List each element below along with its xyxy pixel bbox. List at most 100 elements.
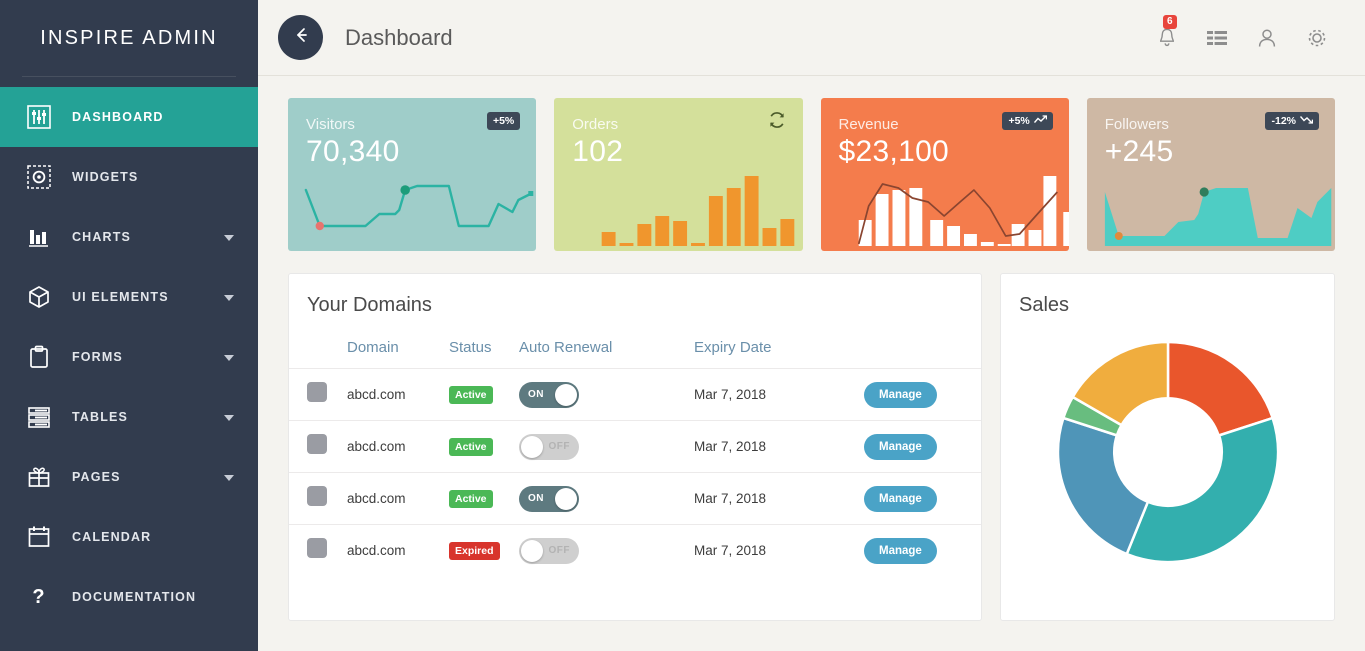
table-row[interactable]: abcd.com Active OFF Mar 7, 2018 Manage [289, 421, 981, 473]
auto-renewal-toggle[interactable]: OFF [519, 434, 579, 460]
stat-card-orders[interactable]: Orders 102 [554, 98, 802, 251]
sidebar-item-dashboard[interactable]: DASHBOARD [0, 87, 258, 147]
user-button[interactable] [1255, 25, 1279, 51]
table-row[interactable]: abcd.com Expired OFF Mar 7, 2018 Manage [289, 525, 981, 577]
sidebar: INSPIRE ADMIN DASHBOARD WIDGETS CHARTS [0, 0, 258, 651]
cell-expiry: Mar 7, 2018 [694, 473, 864, 525]
stat-cards-row: Visitors 70,340 +5% [288, 98, 1335, 251]
th-actions [864, 331, 981, 369]
toggle-knob [521, 540, 543, 562]
svg-text:?: ? [32, 586, 45, 608]
sidebar-item-calendar[interactable]: CALENDAR [0, 507, 258, 567]
top-icon-group: 6 [1155, 25, 1329, 51]
arrow-left-icon [291, 25, 311, 50]
notifications-button[interactable]: 6 [1155, 25, 1179, 51]
stat-label: Orders [572, 116, 784, 133]
manage-button[interactable]: Manage [864, 382, 937, 408]
th-domain[interactable]: Domain [347, 331, 449, 369]
row-checkbox[interactable] [307, 538, 327, 558]
orders-sparkbars [554, 166, 802, 251]
stat-card-revenue[interactable]: Revenue $23,100 +5% [821, 98, 1069, 251]
back-button[interactable] [278, 15, 323, 60]
main-area: Dashboard 6 [258, 0, 1365, 651]
row-checkbox[interactable] [307, 486, 327, 506]
notification-badge: 6 [1163, 15, 1177, 29]
table-row[interactable]: abcd.com Active ON Mar 7, 2018 Manage [289, 473, 981, 525]
sliders-icon [22, 100, 56, 134]
followers-sparkarea [1087, 162, 1335, 251]
status-badge: Expired [449, 542, 500, 560]
status-badge: Active [449, 490, 493, 508]
th-expiry-date[interactable]: Expiry Date [694, 331, 864, 369]
sidebar-item-label: PAGES [72, 470, 121, 484]
settings-button[interactable] [1305, 25, 1329, 51]
auto-renewal-toggle[interactable]: ON [519, 486, 579, 512]
sidebar-item-ui-elements[interactable]: UI ELEMENTS [0, 267, 258, 327]
trend-up-icon [1034, 115, 1047, 127]
cell-domain: abcd.com [347, 525, 449, 577]
table-rows-icon [22, 400, 56, 434]
top-bar: Dashboard 6 [258, 0, 1365, 76]
row-checkbox[interactable] [307, 382, 327, 402]
list-button[interactable] [1205, 25, 1229, 51]
badge-text: +5% [1008, 115, 1029, 127]
refresh-icon[interactable] [767, 110, 787, 135]
table-row[interactable]: abcd.com Active ON Mar 7, 2018 Manage [289, 369, 981, 421]
manage-button[interactable]: Manage [864, 538, 937, 564]
toggle-label: OFF [540, 545, 580, 556]
cell-expiry: Mar 7, 2018 [694, 369, 864, 421]
toggle-label: ON [519, 389, 553, 400]
th-status[interactable]: Status [449, 331, 519, 369]
cube-icon [22, 280, 56, 314]
stat-card-followers[interactable]: Followers +245 -12% [1087, 98, 1335, 251]
gift-icon [22, 460, 56, 494]
toggle-knob [555, 488, 577, 510]
domains-table-body: abcd.com Active ON Mar 7, 2018 Manage [289, 369, 981, 577]
status-badge: Active [449, 386, 493, 404]
status-badge: Active [449, 438, 493, 456]
sidebar-item-forms[interactable]: FORMS [0, 327, 258, 387]
panel-title-sales: Sales [1001, 274, 1334, 317]
toggle-knob [555, 384, 577, 406]
sidebar-item-label: DOCUMENTATION [72, 590, 196, 604]
manage-button[interactable]: Manage [864, 434, 937, 460]
sidebar-item-label: CALENDAR [72, 530, 151, 544]
badge-text: -12% [1271, 115, 1296, 127]
chevron-down-icon [224, 415, 234, 421]
sidebar-item-documentation[interactable]: ? DOCUMENTATION [0, 567, 258, 627]
lower-row: Your Domains Domain Status Auto Renewal … [288, 273, 1335, 621]
manage-button[interactable]: Manage [864, 486, 937, 512]
row-checkbox[interactable] [307, 434, 327, 454]
brand-title: INSPIRE ADMIN [0, 0, 258, 76]
clipboard-icon [22, 340, 56, 374]
stat-card-visitors[interactable]: Visitors 70,340 +5% [288, 98, 536, 251]
visitors-sparkline [288, 160, 536, 251]
sidebar-item-label: TABLES [72, 410, 128, 424]
sidebar-item-label: CHARTS [72, 230, 131, 244]
sidebar-item-pages[interactable]: PAGES [0, 447, 258, 507]
auto-renewal-toggle[interactable]: ON [519, 382, 579, 408]
brand-divider [22, 76, 236, 77]
widget-gear-icon [22, 160, 56, 194]
sidebar-item-widgets[interactable]: WIDGETS [0, 147, 258, 207]
cell-expiry: Mar 7, 2018 [694, 525, 864, 577]
panel-title-domains: Your Domains [289, 274, 981, 317]
domains-table: Domain Status Auto Renewal Expiry Date a… [289, 331, 981, 577]
th-auto-renewal[interactable]: Auto Renewal [519, 331, 694, 369]
sidebar-item-charts[interactable]: CHARTS [0, 207, 258, 267]
sidebar-nav: DASHBOARD WIDGETS CHARTS UI ELEMENT [0, 87, 258, 627]
chevron-down-icon [224, 295, 234, 301]
sidebar-item-tables[interactable]: TABLES [0, 387, 258, 447]
badge-text: +5% [493, 115, 514, 127]
status-badge: +5% [1002, 112, 1052, 130]
app-root: INSPIRE ADMIN DASHBOARD WIDGETS CHARTS [0, 0, 1365, 651]
sidebar-item-label: WIDGETS [72, 170, 138, 184]
th-select [289, 331, 347, 369]
toggle-knob [521, 436, 543, 458]
status-badge: +5% [487, 112, 520, 130]
sales-donut-wrap [1001, 317, 1334, 577]
table-header-row: Domain Status Auto Renewal Expiry Date [289, 331, 981, 369]
auto-renewal-toggle[interactable]: OFF [519, 538, 579, 564]
chevron-down-icon [224, 355, 234, 361]
sales-donut[interactable] [1043, 327, 1293, 577]
